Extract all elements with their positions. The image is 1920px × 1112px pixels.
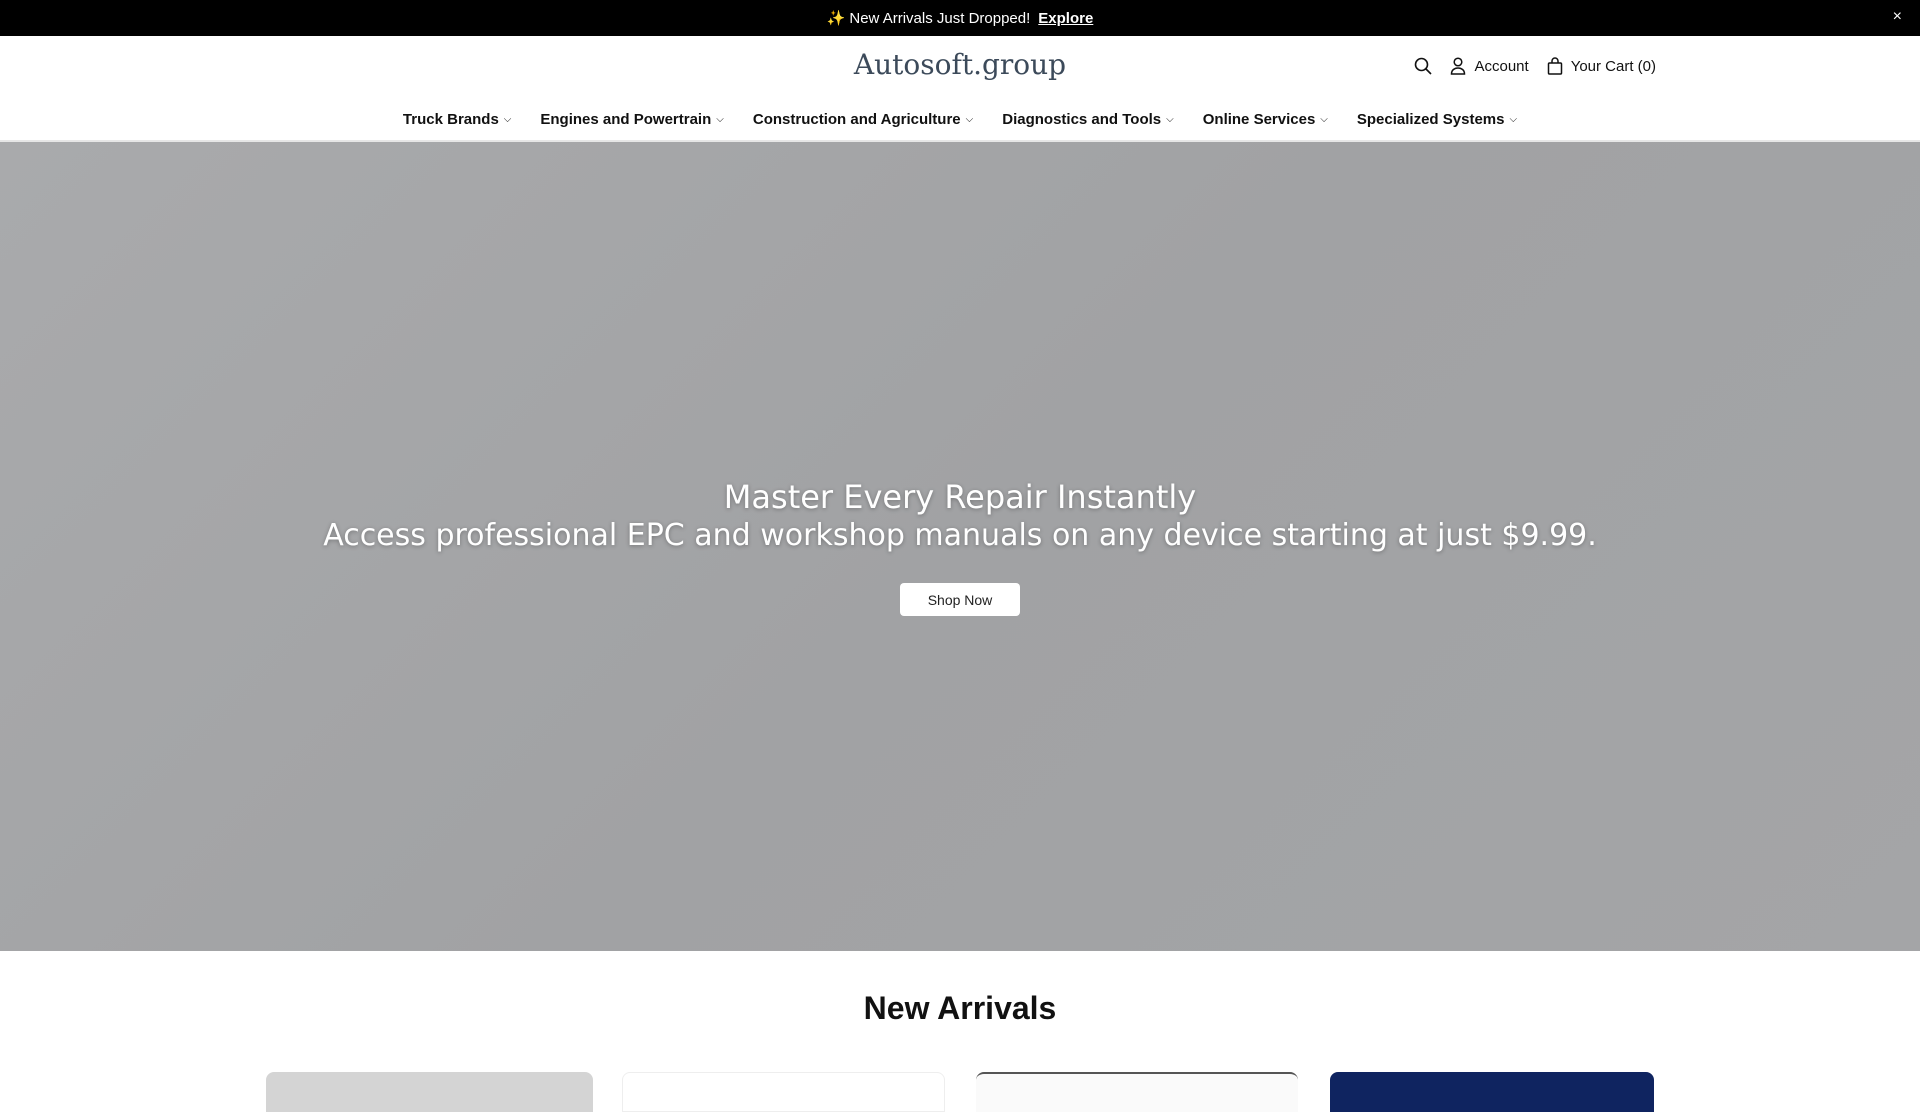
main-nav: Truck Brands ⌵ Engines and Powertrain ⌵ Co… — [0, 111, 1920, 128]
bag-icon — [1547, 57, 1562, 75]
product-card[interactable] — [266, 1072, 593, 1112]
chevron-down-icon: ⌵ — [503, 114, 512, 125]
close-icon[interactable]: × — [1893, 8, 1902, 26]
search-button[interactable] — [1414, 57, 1433, 75]
announcement-bar: ✨ New Arrivals Just Dropped! Explore × — [0, 0, 1920, 36]
user-icon — [1451, 57, 1466, 75]
chevron-down-icon: ⌵ — [1509, 114, 1518, 125]
nav-truck-brands[interactable]: Truck Brands ⌵ — [403, 111, 511, 128]
chevron-down-icon: ⌵ — [1320, 114, 1328, 125]
nav-online-services[interactable]: Online Services ⌵ — [1203, 111, 1328, 128]
nav-construction-agriculture[interactable]: Construction and Agriculture ⌵ — [753, 111, 973, 128]
product-card[interactable] — [1330, 1072, 1654, 1112]
search-icon — [1415, 57, 1433, 75]
nav-diagnostics-tools[interactable]: Diagnostics and Tools ⌵ — [1002, 111, 1174, 128]
explore-link[interactable]: Explore — [1038, 10, 1093, 27]
nav-specialized-systems[interactable]: Specialized Systems ⌵ — [1357, 111, 1517, 128]
nav-label: Diagnostics and Tools — [1002, 111, 1162, 128]
product-card[interactable] — [976, 1072, 1298, 1112]
chevron-down-icon: ⌵ — [965, 114, 974, 125]
account-label: Account — [1474, 57, 1529, 75]
shop-now-button[interactable]: Shop Now — [900, 583, 1020, 616]
nav-label: Truck Brands — [402, 111, 499, 128]
hero-title: Master Every Repair Instantly — [723, 478, 1197, 516]
nav-label: Specialized Systems — [1356, 111, 1505, 128]
hero-banner: Master Every Repair Instantly Access pro… — [0, 142, 1920, 951]
site-header: Autosoft.group Account Your Cart (0) Tru… — [0, 36, 1920, 142]
cart-link[interactable]: Your Cart (0) — [1547, 57, 1656, 75]
nav-label: Construction and Agriculture — [752, 111, 961, 128]
product-card[interactable] — [622, 1072, 945, 1112]
account-link[interactable]: Account — [1450, 57, 1529, 75]
announcement-text: New Arrivals Just Dropped! — [849, 9, 1031, 27]
nav-engines-powertrain[interactable]: Engines and Powertrain ⌵ — [540, 111, 723, 128]
new-arrivals-heading: New Arrivals — [863, 990, 1057, 1026]
nav-label: Online Services — [1202, 111, 1316, 128]
chevron-down-icon: ⌵ — [716, 114, 724, 125]
cart-label: Your Cart (0) — [1570, 57, 1656, 75]
sparkle-icon: ✨ — [826, 10, 846, 27]
chevron-down-icon: ⌵ — [1166, 114, 1174, 125]
nav-label: Engines and Powertrain — [540, 111, 712, 128]
hero-subtitle: Access professional EPC and workshop man… — [323, 518, 1597, 553]
